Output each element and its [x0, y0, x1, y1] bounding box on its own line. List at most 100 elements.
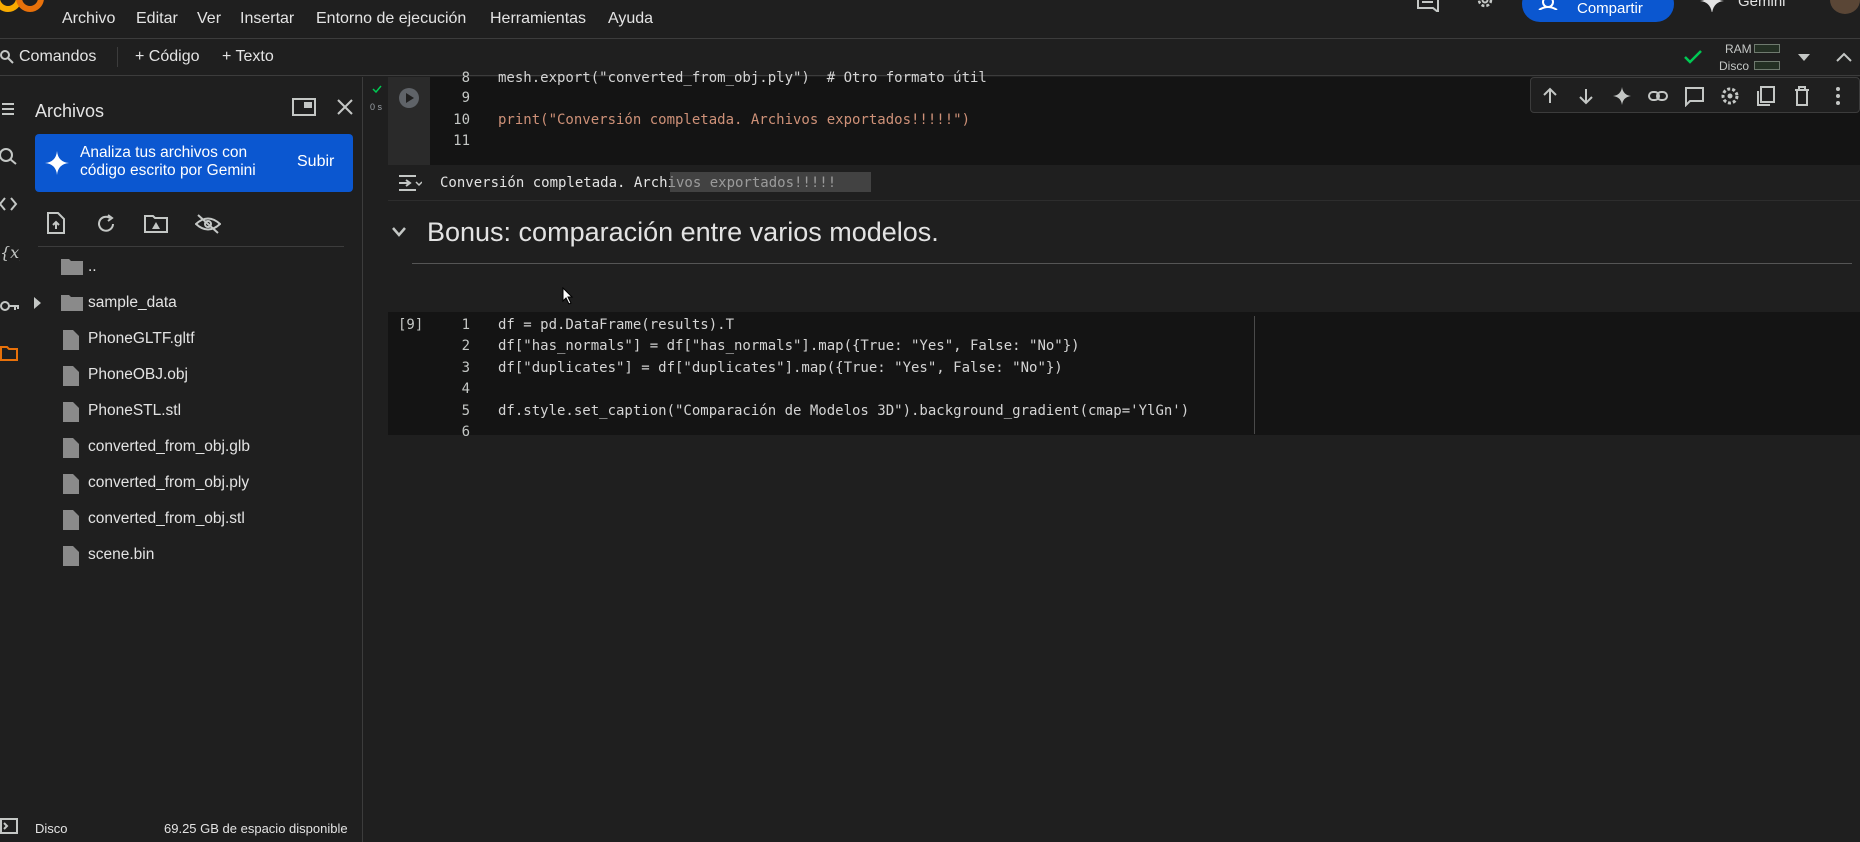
execution-count: [9] — [398, 317, 424, 333]
menu-bar: Archivo Editar Ver Insertar Entorno de e… — [0, 0, 1860, 38]
menu-archivo[interactable]: Archivo — [62, 10, 115, 28]
upload-button[interactable]: Subir — [297, 153, 334, 171]
upload-file-icon[interactable] — [46, 212, 66, 234]
file-item-sample-data[interactable]: sample_data — [20, 286, 340, 320]
comment-icon[interactable] — [1683, 85, 1705, 107]
command-palette-button[interactable]: Comandos — [0, 39, 110, 75]
file-item[interactable]: scene.bin — [20, 538, 340, 572]
terminal-icon[interactable] — [0, 818, 18, 834]
settings-icon[interactable] — [1474, 0, 1496, 12]
menu-herramientas[interactable]: Herramientas — [490, 10, 586, 28]
disk-space-text: 69.25 GB de espacio disponible — [164, 821, 348, 836]
file-name: scene.bin — [88, 546, 155, 563]
line-number: 1 — [461, 317, 470, 333]
file-name: converted_from_obj.stl — [88, 510, 245, 527]
file-item[interactable]: PhoneGLTF.gltf — [20, 322, 340, 356]
menu-ver[interactable]: Ver — [197, 10, 221, 28]
folder-icon — [61, 295, 83, 311]
line-number: 4 — [461, 381, 470, 397]
more-options-icon[interactable] — [1827, 85, 1849, 107]
refresh-icon[interactable] — [95, 213, 117, 235]
line-number: 5 — [461, 403, 470, 419]
avatar[interactable] — [1830, 0, 1860, 14]
panel-title: Archivos — [35, 101, 105, 121]
code-cell[interactable]: [9] 1 2 3 4 5 6 df = pd.DataFrame(result… — [388, 312, 1860, 440]
code-line: print("Conversión completada. Archivos e… — [498, 112, 971, 128]
close-icon[interactable] — [336, 98, 354, 116]
chevron-right-icon[interactable] — [34, 297, 42, 309]
add-text-button[interactable]: + Texto — [222, 48, 274, 66]
file-icon — [63, 474, 79, 494]
mirror-cell-icon[interactable] — [1755, 85, 1777, 107]
code-snippets-icon[interactable] — [0, 197, 18, 211]
file-icon — [63, 438, 79, 458]
move-down-icon[interactable] — [1575, 85, 1597, 107]
gemini-button[interactable]: Gemini — [1700, 0, 1810, 12]
ram-label: RAM — [1725, 42, 1752, 56]
line-number: 2 — [461, 338, 470, 354]
colab-logo[interactable] — [0, 0, 44, 14]
toolbar-divider — [117, 47, 118, 67]
menu-editar[interactable]: Editar — [136, 10, 178, 28]
file-name: .. — [88, 258, 97, 275]
move-up-icon[interactable] — [1539, 85, 1561, 107]
folder-icon — [61, 259, 83, 275]
share-button[interactable]: Compartir — [1522, 0, 1674, 22]
file-icon — [63, 366, 79, 386]
file-item[interactable]: PhoneOBJ.obj — [20, 358, 340, 392]
folder-icon[interactable] — [0, 345, 18, 361]
share-label: Compartir — [1577, 0, 1643, 17]
gemini-sparkle-icon[interactable] — [1611, 85, 1633, 107]
open-in-tab-icon[interactable] — [292, 97, 316, 117]
link-icon[interactable] — [1647, 85, 1669, 107]
file-name: sample_data — [88, 294, 177, 311]
hide-files-icon[interactable] — [195, 213, 221, 235]
file-item[interactable]: converted_from_obj.glb — [20, 430, 340, 464]
mouse-cursor-icon — [562, 287, 574, 305]
person-add-icon — [1538, 0, 1558, 10]
code-line: mesh.export("converted_from_obj.ply") # … — [498, 70, 987, 86]
gemini-label: Gemini — [1738, 0, 1786, 10]
delete-icon[interactable] — [1791, 85, 1813, 107]
gemini-banner: Analiza tus archivos con código escrito … — [35, 134, 353, 192]
file-item-parent-folder[interactable]: .. — [20, 250, 340, 284]
file-name: converted_from_obj.glb — [88, 438, 250, 455]
section-divider — [412, 263, 1852, 264]
text-cell-section[interactable]: Bonus: comparación entre varios modelos. — [364, 207, 1860, 269]
disk-meter — [1754, 61, 1780, 70]
line-number: 10 — [453, 112, 470, 128]
run-cell-icon[interactable] — [398, 87, 420, 109]
exec-time: 0 s — [370, 102, 383, 112]
chevron-up-icon[interactable] — [1836, 52, 1852, 62]
settings-icon[interactable] — [1719, 85, 1741, 107]
search-icon — [0, 50, 14, 64]
file-item[interactable]: PhoneSTL.stl — [20, 394, 340, 428]
line-number: 6 — [461, 424, 470, 440]
code-cell[interactable]: 0 s 8 9 10 11 mesh.export("converted_fro… — [364, 70, 1860, 165]
file-name: PhoneOBJ.obj — [88, 366, 188, 383]
code-line: df["has_normals"] = df["has_normals"].ma… — [498, 338, 1080, 354]
file-item[interactable]: converted_from_obj.ply — [20, 466, 340, 500]
file-item[interactable]: converted_from_obj.stl — [20, 502, 340, 536]
menu-ayuda[interactable]: Ayuda — [608, 10, 653, 28]
comments-icon[interactable] — [1416, 0, 1440, 12]
menu-icon[interactable] — [0, 101, 16, 117]
add-code-button[interactable]: + Código — [135, 48, 200, 66]
files-panel: Archivos Analiza tus archivos con código… — [20, 77, 363, 842]
file-name: converted_from_obj.ply — [88, 474, 250, 491]
chevron-down-icon[interactable] — [1798, 54, 1810, 62]
menu-insertar[interactable]: Insertar — [240, 10, 294, 28]
banner-text: Analiza tus archivos con código escrito … — [80, 144, 256, 179]
menu-entorno[interactable]: Entorno de ejecución — [316, 10, 466, 28]
panel-divider — [38, 246, 344, 247]
secrets-key-icon[interactable] — [0, 299, 20, 313]
gemini-sparkle-icon — [45, 151, 69, 175]
find-replace-icon[interactable] — [0, 147, 18, 165]
file-icon — [63, 330, 79, 350]
line-number: 9 — [461, 90, 470, 106]
output-actions-icon[interactable] — [398, 174, 422, 192]
collapse-chevron-icon[interactable] — [392, 227, 406, 237]
mount-drive-icon[interactable] — [144, 214, 168, 234]
cell-output: Conversión completada. Archivos exportad… — [388, 165, 1860, 201]
code-line: df = pd.DataFrame(results).T — [498, 317, 735, 333]
